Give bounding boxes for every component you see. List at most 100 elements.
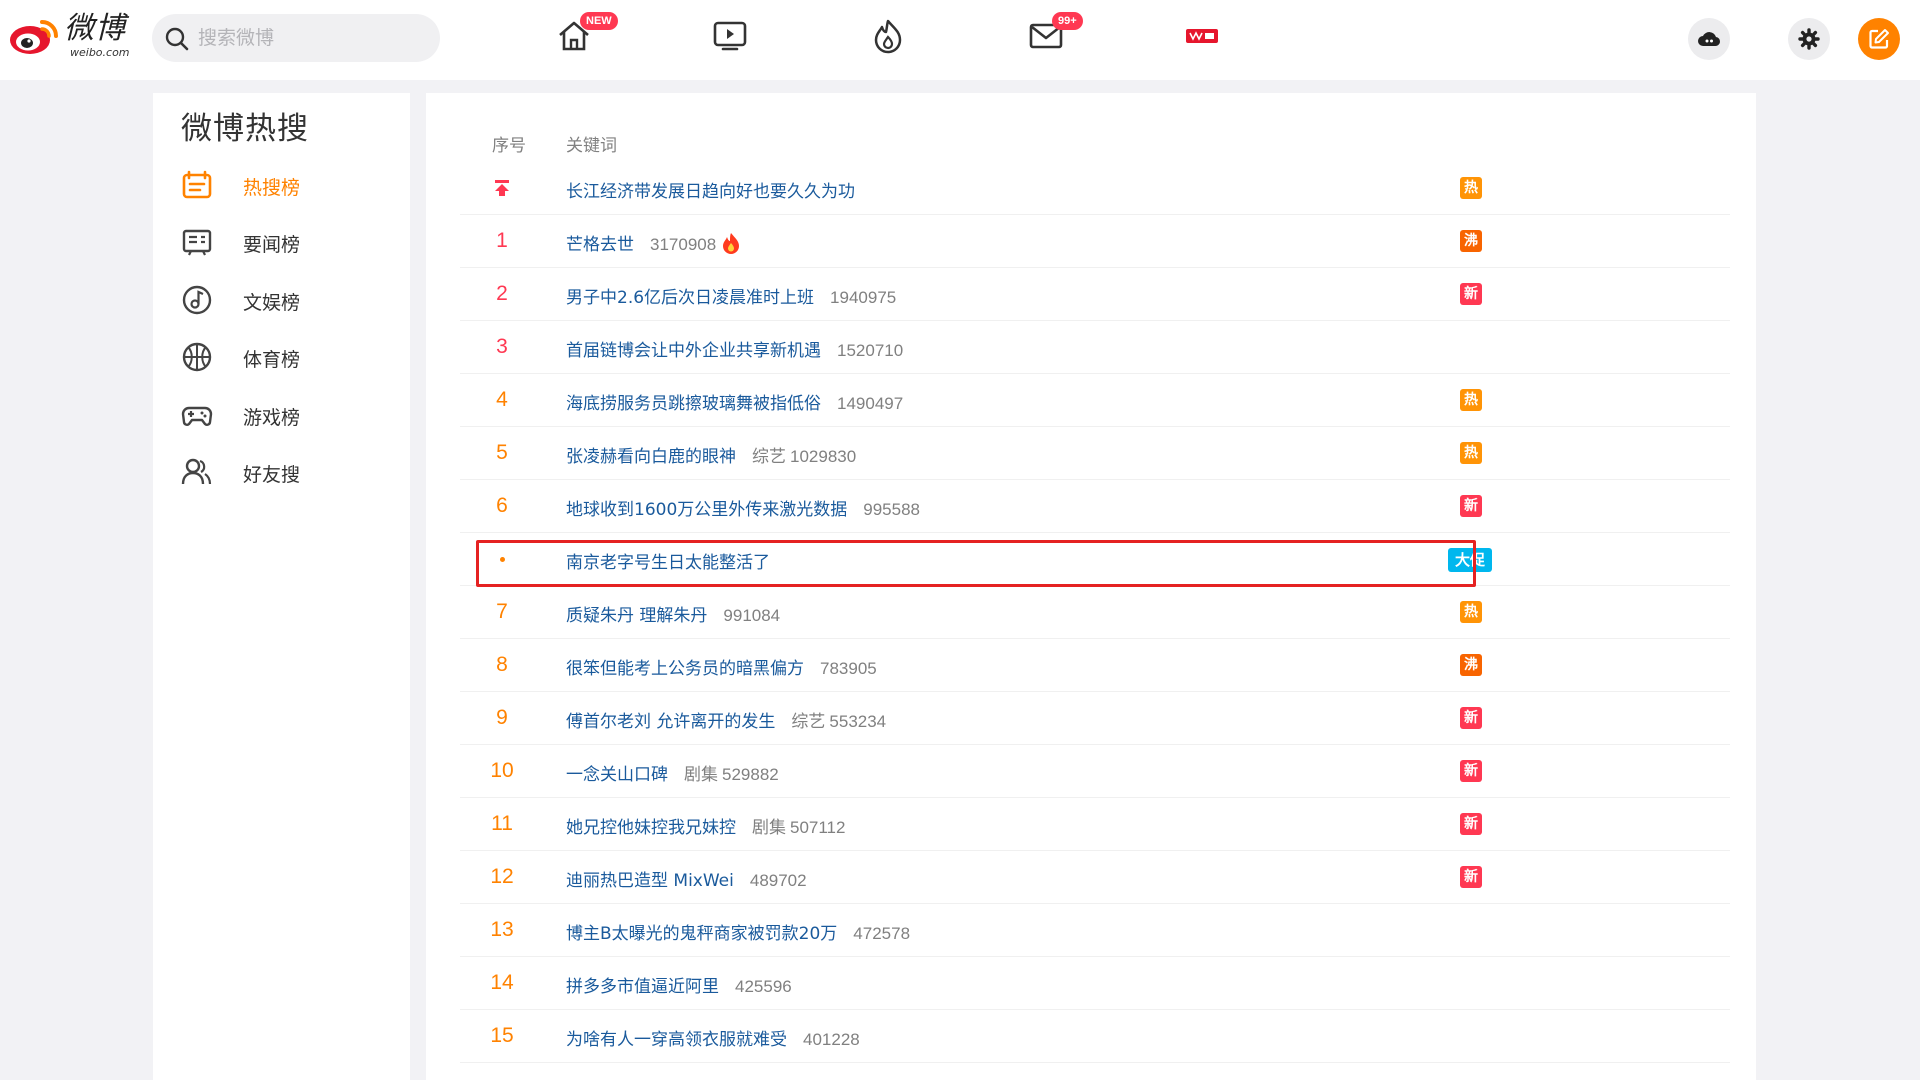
keyword-column-header: 关键词 — [566, 136, 617, 156]
keyword-link[interactable]: 博主B太曝光的鬼秤商家被罚款20万 — [566, 924, 837, 944]
keyword-link[interactable]: 迪丽热巴造型 MixWei — [566, 871, 734, 891]
rank-number: 11 — [491, 812, 513, 835]
rank-number: 4 — [496, 388, 508, 411]
sidebar-item-hot-list[interactable]: 热搜榜 — [181, 163, 391, 207]
table-row: 9 傅首尔老刘 允许离开的发生 综艺 553234 新 — [460, 692, 1730, 745]
keyword-link[interactable]: 拼多多市值逼近阿里 — [566, 977, 719, 997]
sidebar-item-label: 体育榜 — [243, 349, 301, 371]
table-row: 10 一念关山口碑 剧集 529882 新 — [460, 745, 1730, 798]
messages-badge: 99+ — [1052, 12, 1083, 30]
keyword-cell: 地球收到1600万公里外传来激光数据 995588 — [566, 495, 920, 520]
table-row: 2 男子中2.6亿后次日凌晨准时上班 1940975 新 — [460, 268, 1730, 321]
keyword-link[interactable]: 张凌赫看向白鹿的眼神 — [566, 447, 736, 467]
keyword-link[interactable]: 为啥有人一穿高领衣服就难受 — [566, 1030, 787, 1050]
heat-count: 472578 — [853, 924, 911, 943]
fire-emoji-icon — [723, 233, 740, 254]
heat-count: 1029830 — [790, 447, 857, 466]
sidebar-title: 微博热搜 — [181, 111, 309, 147]
keyword-link[interactable]: 很笨但能考上公务员的暗黑偏方 — [566, 659, 804, 679]
sidebar-item-sports[interactable]: 体育榜 — [181, 335, 391, 379]
table-row: 15 为啥有人一穿高领衣服就难受 401228 — [460, 1010, 1730, 1063]
table-row: 11 她兄控他妹控我兄妹控 剧集 507112 新 — [460, 798, 1730, 851]
cloud-button[interactable] — [1688, 18, 1730, 60]
new-tag: 新 — [1460, 813, 1482, 835]
new-tag: 新 — [1460, 495, 1482, 517]
keyword-cell: 一念关山口碑 剧集 529882 — [566, 760, 779, 785]
rank-number: 15 — [490, 1024, 514, 1047]
sidebar-item-label: 游戏榜 — [243, 407, 301, 429]
heat-count: 1940975 — [830, 288, 897, 307]
nav-video-button[interactable] — [704, 14, 760, 60]
flame-icon — [874, 19, 902, 54]
promo-tag: 大促 — [1448, 548, 1492, 572]
sidebar-item-news[interactable]: 要闻榜 — [181, 220, 391, 264]
sidebar-item-entertainment[interactable]: 文娱榜 — [181, 278, 391, 322]
nav-home-button[interactable]: NEW — [548, 12, 618, 60]
table-row: 6 地球收到1600万公里外传来激光数据 995588 新 — [460, 480, 1730, 533]
category-label: 综艺 — [791, 712, 826, 732]
rank-number: 2 — [496, 282, 508, 305]
category-label: 剧集 — [752, 818, 786, 838]
hot-search-sidebar: 微博热搜 热搜榜 要闻榜 文娱榜 体育榜 游戏榜 好友搜 — [153, 93, 410, 1080]
rank-number: 3 — [496, 335, 508, 358]
nav-hot-button[interactable] — [862, 14, 918, 60]
sidebar-item-label: 热搜榜 — [243, 177, 301, 199]
weibo-logo[interactable]: 微博 weibo.com — [8, 10, 136, 62]
keyword-link[interactable]: 男子中2.6亿后次日凌晨准时上班 — [566, 288, 814, 308]
keyword-link[interactable]: 她兄控他妹控我兄妹控 — [566, 818, 736, 838]
new-tag: 新 — [1460, 866, 1482, 888]
search-box — [152, 14, 440, 62]
top-navbar: 微博 weibo.com NEW — [0, 0, 1920, 80]
category-label: 剧集 — [684, 765, 718, 785]
nav-weibo-live-button[interactable] — [1176, 14, 1232, 60]
sidebar-item-friends[interactable]: 好友搜 — [181, 450, 391, 494]
boil-tag: 沸 — [1460, 230, 1482, 252]
compose-button[interactable] — [1858, 18, 1900, 60]
keyword-link[interactable]: 一念关山口碑 — [566, 765, 668, 785]
heat-count: 3170908 — [650, 235, 717, 254]
heat-count: 529882 — [722, 765, 779, 784]
keyword-link[interactable]: 芒格去世 — [566, 235, 634, 255]
basketball-icon — [182, 342, 212, 372]
keyword-link[interactable]: 长江经济带发展日趋向好也要久久为功 — [566, 182, 855, 202]
search-input[interactable] — [198, 20, 428, 56]
keyword-cell: 为啥有人一穿高领衣服就难受 401228 — [566, 1025, 860, 1050]
hot-tag: 热 — [1460, 442, 1482, 464]
hot-tag: 热 — [1460, 601, 1482, 623]
keyword-link[interactable]: 海底捞服务员跳擦玻璃舞被指低俗 — [566, 394, 821, 414]
table-row: 5 张凌赫看向白鹿的眼神 综艺 1029830 热 — [460, 427, 1730, 480]
music-icon — [182, 285, 212, 315]
keyword-cell: 张凌赫看向白鹿的眼神 综艺 1029830 — [566, 442, 856, 467]
ad-dot — [500, 557, 505, 562]
keyword-link[interactable]: 质疑朱丹 理解朱丹 — [566, 606, 707, 626]
search-icon[interactable] — [164, 26, 190, 52]
logo-text: 微博 — [64, 11, 126, 46]
keyword-cell: 迪丽热巴造型 MixWei 489702 — [566, 866, 807, 891]
keyword-link[interactable]: 傅首尔老刘 允许离开的发生 — [566, 712, 775, 732]
keyword-cell: 质疑朱丹 理解朱丹 991084 — [566, 601, 780, 626]
weibo-eye-logo-icon — [10, 20, 58, 54]
keyword-cell: 海底捞服务员跳擦玻璃舞被指低俗 1490497 — [566, 389, 903, 414]
heat-count: 489702 — [749, 871, 807, 890]
keyword-link[interactable]: 首届链博会让中外企业共享新机遇 — [566, 341, 821, 361]
keyword-link[interactable]: 地球收到1600万公里外传来激光数据 — [566, 500, 847, 520]
sidebar-item-games[interactable]: 游戏榜 — [181, 393, 391, 437]
rank-number: 9 — [496, 706, 508, 729]
rank-number: 10 — [490, 759, 514, 782]
compose-icon — [1869, 29, 1889, 49]
table-row: 7 质疑朱丹 理解朱丹 991084 热 — [460, 586, 1730, 639]
hot-tag: 热 — [1460, 177, 1482, 199]
heat-count: 783905 — [820, 659, 877, 678]
keyword-link[interactable]: 南京老字号生日太能整活了 — [566, 553, 770, 573]
settings-button[interactable] — [1788, 18, 1830, 60]
gear-icon — [1798, 28, 1820, 50]
sidebar-item-label: 文娱榜 — [243, 292, 301, 314]
hot-list-icon — [182, 170, 212, 199]
heat-count: 425596 — [735, 977, 792, 996]
sidebar-item-label: 好友搜 — [243, 464, 301, 486]
keyword-cell: 博主B太曝光的鬼秤商家被罚款20万 472578 — [566, 919, 910, 944]
keyword-cell: 傅首尔老刘 允许离开的发生 综艺 553234 — [566, 707, 886, 732]
nav-messages-button[interactable]: 99+ — [1020, 12, 1083, 60]
weibo-live-icon — [1186, 29, 1218, 43]
sidebar-item-label: 要闻榜 — [243, 234, 301, 256]
